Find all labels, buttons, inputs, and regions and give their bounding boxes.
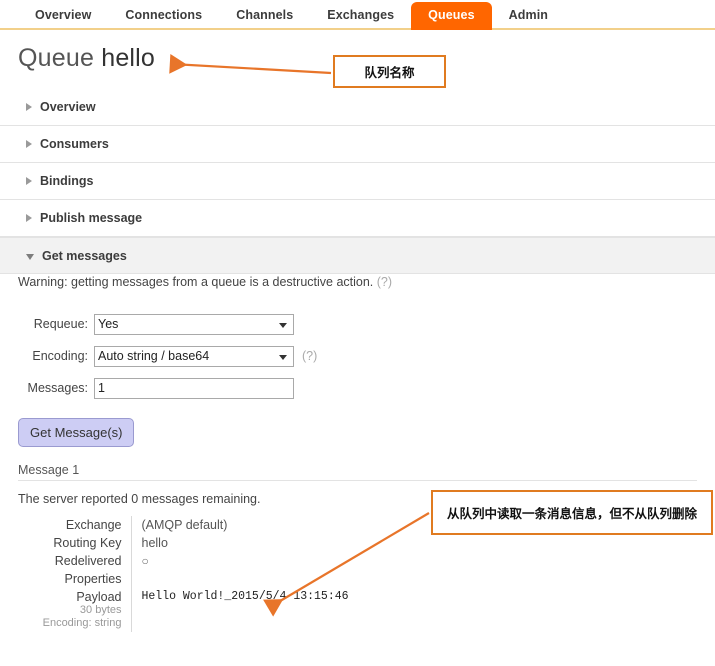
accordion-sections: Overview Consumers Bindings Publish mess… <box>0 89 715 274</box>
main-navbar: Overview Connections Channels Exchanges … <box>0 0 715 30</box>
section-overview[interactable]: Overview <box>0 89 715 126</box>
queue-page: Overview Connections Channels Exchanges … <box>0 0 715 666</box>
chevron-right-icon <box>26 103 32 111</box>
payload-encoding: Encoding: string <box>42 617 122 629</box>
detail-value-payload: Hello World!_2015/5/4 13:15:46 <box>141 590 349 603</box>
table-row: Redelivered ○ <box>18 552 349 570</box>
message-heading: Message 1 <box>18 463 697 481</box>
table-row: Payload 30 bytes Encoding: string Hello … <box>18 588 349 632</box>
form-row-encoding: Encoding: Auto string / base64 (?) <box>18 340 715 372</box>
form-row-requeue: Requeue: Yes <box>18 308 715 340</box>
section-bindings-label: Bindings <box>40 174 94 188</box>
chevron-down-icon <box>26 253 34 260</box>
page-title: Queue hello <box>18 44 155 73</box>
messages-label: Messages: <box>27 381 88 395</box>
detail-value-exchange: (AMQP default) <box>141 518 228 532</box>
payload-size: 30 bytes <box>79 604 122 616</box>
encoding-help-icon[interactable]: (?) <box>302 349 317 363</box>
tab-connections[interactable]: Connections <box>108 2 219 30</box>
section-publish-message-label: Publish message <box>40 211 143 225</box>
section-overview-label: Overview <box>40 100 96 114</box>
detail-label-routing-key: Routing Key <box>18 534 132 552</box>
tab-exchanges[interactable]: Exchanges <box>310 2 411 30</box>
tab-admin[interactable]: Admin <box>492 2 565 30</box>
section-consumers[interactable]: Consumers <box>0 126 715 163</box>
annotation-arrow-queue-name <box>169 53 332 75</box>
detail-label-properties: Properties <box>18 570 132 588</box>
requeue-select[interactable]: Yes <box>94 313 294 335</box>
chevron-right-icon <box>26 214 32 222</box>
section-get-messages[interactable]: Get messages <box>0 237 715 274</box>
page-title-queue-name: hello <box>101 44 156 72</box>
tab-overview[interactable]: Overview <box>18 2 108 30</box>
section-consumers-label: Consumers <box>40 137 109 151</box>
messages-input[interactable] <box>94 377 294 399</box>
get-messages-form: Requeue: Yes Encoding: Auto string / bas… <box>0 308 715 404</box>
nav-tab-list: Overview Connections Channels Exchanges … <box>0 0 715 30</box>
chevron-right-icon <box>26 177 32 185</box>
warning-help-icon[interactable]: (?) <box>377 275 392 289</box>
get-messages-button[interactable]: Get Message(s) <box>18 418 135 447</box>
warning-text: Warning: getting messages from a queue i… <box>18 275 374 289</box>
detail-label-payload: Payload 30 bytes Encoding: string <box>18 588 132 632</box>
get-messages-panel: Warning: getting messages from a queue i… <box>0 274 715 632</box>
detail-value-redelivered: ○ <box>141 554 149 568</box>
table-row: Routing Key hello <box>18 534 349 552</box>
annotation-box-queue-name: 队列名称 <box>333 55 446 88</box>
requeue-label: Requeue: <box>33 317 88 331</box>
detail-value-routing-key: hello <box>141 536 168 550</box>
section-bindings[interactable]: Bindings <box>0 163 715 200</box>
annotation-box-get-message: 从队列中读取一条消息信息，但不从队列删除 <box>431 490 713 535</box>
detail-label-exchange: Exchange <box>18 516 132 534</box>
table-row: Properties <box>18 570 349 588</box>
section-publish-message[interactable]: Publish message <box>0 200 715 237</box>
page-title-prefix: Queue <box>18 44 95 72</box>
requeue-select-wrap: Yes <box>94 313 294 335</box>
encoding-select[interactable]: Auto string / base64 <box>94 345 294 367</box>
encoding-label: Encoding: <box>32 349 88 363</box>
detail-label-redelivered: Redelivered <box>18 552 132 570</box>
form-row-messages: Messages: <box>18 372 715 404</box>
destructive-action-warning: Warning: getting messages from a queue i… <box>0 274 715 290</box>
tab-queues[interactable]: Queues <box>411 2 492 30</box>
section-get-messages-label: Get messages <box>42 248 127 263</box>
table-row: Exchange (AMQP default) <box>18 516 349 534</box>
chevron-right-icon <box>26 140 32 148</box>
encoding-select-wrap: Auto string / base64 <box>94 345 294 367</box>
tab-channels[interactable]: Channels <box>219 2 310 30</box>
detail-value-properties <box>131 570 349 588</box>
payload-label-text: Payload <box>76 590 122 604</box>
message-detail-table: Exchange (AMQP default) Routing Key hell… <box>18 516 349 632</box>
